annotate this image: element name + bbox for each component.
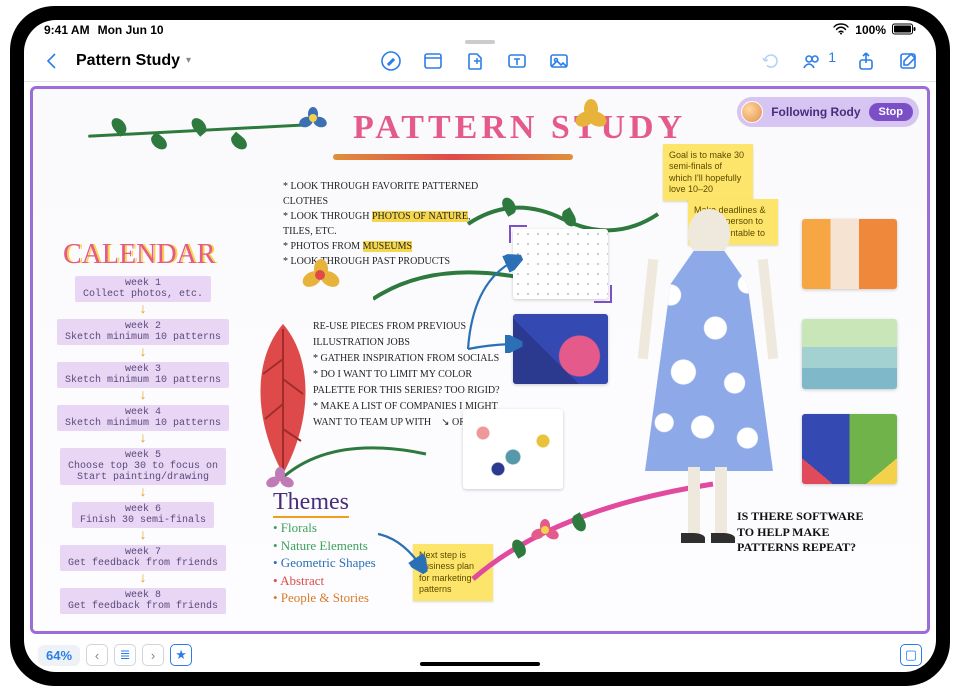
minimap-button[interactable]: ▢ (900, 644, 922, 666)
flower-icon (303, 259, 339, 295)
share-button[interactable] (854, 49, 878, 73)
dress-illustration[interactable] (633, 209, 783, 544)
back-button[interactable] (40, 49, 64, 73)
stop-following-button[interactable]: Stop (869, 103, 913, 121)
calendar-week: week 3Sketch minimum 10 patterns (57, 362, 229, 388)
flower-icon (301, 107, 325, 131)
file-insert-button[interactable] (463, 49, 487, 73)
leaf-icon (189, 115, 210, 137)
image-insert-button[interactable] (547, 49, 571, 73)
theme-item: • Geometric Shapes (273, 554, 376, 572)
board-heading: PATTERN STUDY (353, 109, 686, 147)
calendar-week: week 2Sketch minimum 10 patterns (57, 319, 229, 345)
battery-percent: 100% (855, 23, 886, 37)
arrow-down-icon: ↓ (139, 389, 147, 403)
sticky-note-button[interactable] (421, 49, 445, 73)
calendar-week: week 4Sketch minimum 10 patterns (57, 405, 229, 431)
insert-tool-group (379, 49, 571, 73)
pattern-swatch-watercolor[interactable] (802, 319, 897, 389)
status-date: Mon Jun 10 (98, 23, 164, 37)
collaborator-count: 1 (828, 49, 836, 73)
arrow-down-icon: ↓ (139, 529, 147, 543)
flower-icon (268, 467, 292, 491)
calendar-week: week 5Choose top 30 to focus on Start pa… (60, 448, 226, 485)
board-title[interactable]: Pattern Study (76, 52, 180, 70)
note-line: * LOOK THROUGH PHOTOS OF NATURE, TILES, … (283, 209, 483, 239)
note-line: * DO I WANT TO LIMIT MY COLOR PALETTE FO… (313, 367, 513, 399)
vine-decoration (333, 154, 573, 160)
bottom-toolbar: 64% ‹ ≣ › ★ ▢ (24, 638, 936, 672)
avatar (741, 101, 763, 123)
battery-icon (892, 23, 916, 38)
connector-arrow (463, 249, 533, 359)
calendar-week: week 7Get feedback from friends (60, 545, 226, 571)
zoom-level[interactable]: 64% (38, 645, 80, 666)
calendar-week: week 1Collect photos, etc. (75, 276, 211, 302)
pattern-swatch-stripes[interactable] (802, 219, 897, 289)
wifi-icon (833, 23, 849, 38)
arrow-down-icon: ↓ (139, 303, 147, 317)
status-time: 9:41 AM (44, 23, 90, 37)
handwritten-question: IS THERE SOFTWARE TO HELP MAKE PATTERNS … (737, 509, 877, 556)
favorite-scene-button[interactable]: ★ (170, 644, 192, 666)
collaborators-button[interactable] (800, 49, 824, 73)
flower-icon (533, 519, 557, 543)
theme-item: • Florals (273, 519, 376, 537)
compose-button[interactable] (896, 49, 920, 73)
undo-button[interactable] (758, 49, 782, 73)
calendar-week: week 8Get feedback from friends (60, 588, 226, 614)
calendar-heading: CALENDAR (63, 239, 215, 271)
scenes-list-button[interactable]: ≣ (114, 644, 136, 666)
leaf-icon (148, 132, 170, 153)
nav-next-button[interactable]: › (142, 644, 164, 666)
leaf-icon (228, 132, 250, 153)
status-bar: 9:41 AM Mon Jun 10 100% (24, 20, 936, 40)
flower-icon (578, 99, 602, 123)
vine-decoration (281, 424, 431, 494)
app-toolbar: Pattern Study ▾ (24, 40, 936, 82)
calendar-column: week 1Collect photos, etc. ↓ week 2Sketc… (53, 274, 233, 614)
freeform-board[interactable]: Following Rody Stop PATTERN STUDY (30, 86, 930, 634)
themes-list: • Florals • Nature Elements • Geometric … (273, 519, 376, 607)
nav-prev-button[interactable]: ‹ (86, 644, 108, 666)
calendar-week: week 6Finish 30 semi-finals (72, 502, 214, 528)
home-indicator[interactable] (420, 662, 540, 666)
theme-item: • People & Stories (273, 589, 376, 607)
text-box-button[interactable] (505, 49, 529, 73)
right-tool-group: 1 (758, 49, 920, 73)
following-indicator: Following Rody Stop (737, 97, 919, 127)
theme-item: • Abstract (273, 572, 376, 590)
pen-tool-button[interactable] (379, 49, 403, 73)
canvas-viewport[interactable]: Following Rody Stop PATTERN STUDY (24, 82, 936, 638)
arrow-down-icon: ↓ (139, 486, 147, 500)
note-line: * LOOK THROUGH FAVORITE PATTERNED CLOTHE… (283, 179, 483, 209)
ipad-frame: 9:41 AM Mon Jun 10 100% Pattern Study ▾ (10, 6, 950, 686)
arrow-down-icon: ↓ (139, 572, 147, 586)
screen: 9:41 AM Mon Jun 10 100% Pattern Study ▾ (24, 20, 936, 672)
sticky-note[interactable]: Goal is to make 30 semi-finals of which … (663, 144, 753, 201)
arrow-down-icon: ↓ (139, 346, 147, 360)
arrow-down-icon: ↓ (139, 432, 147, 446)
pattern-swatch-rays[interactable] (802, 414, 897, 484)
connector-arrow (373, 529, 433, 579)
theme-item: • Nature Elements (273, 537, 376, 555)
chevron-down-icon[interactable]: ▾ (186, 55, 191, 66)
following-label: Following Rody (771, 105, 860, 119)
